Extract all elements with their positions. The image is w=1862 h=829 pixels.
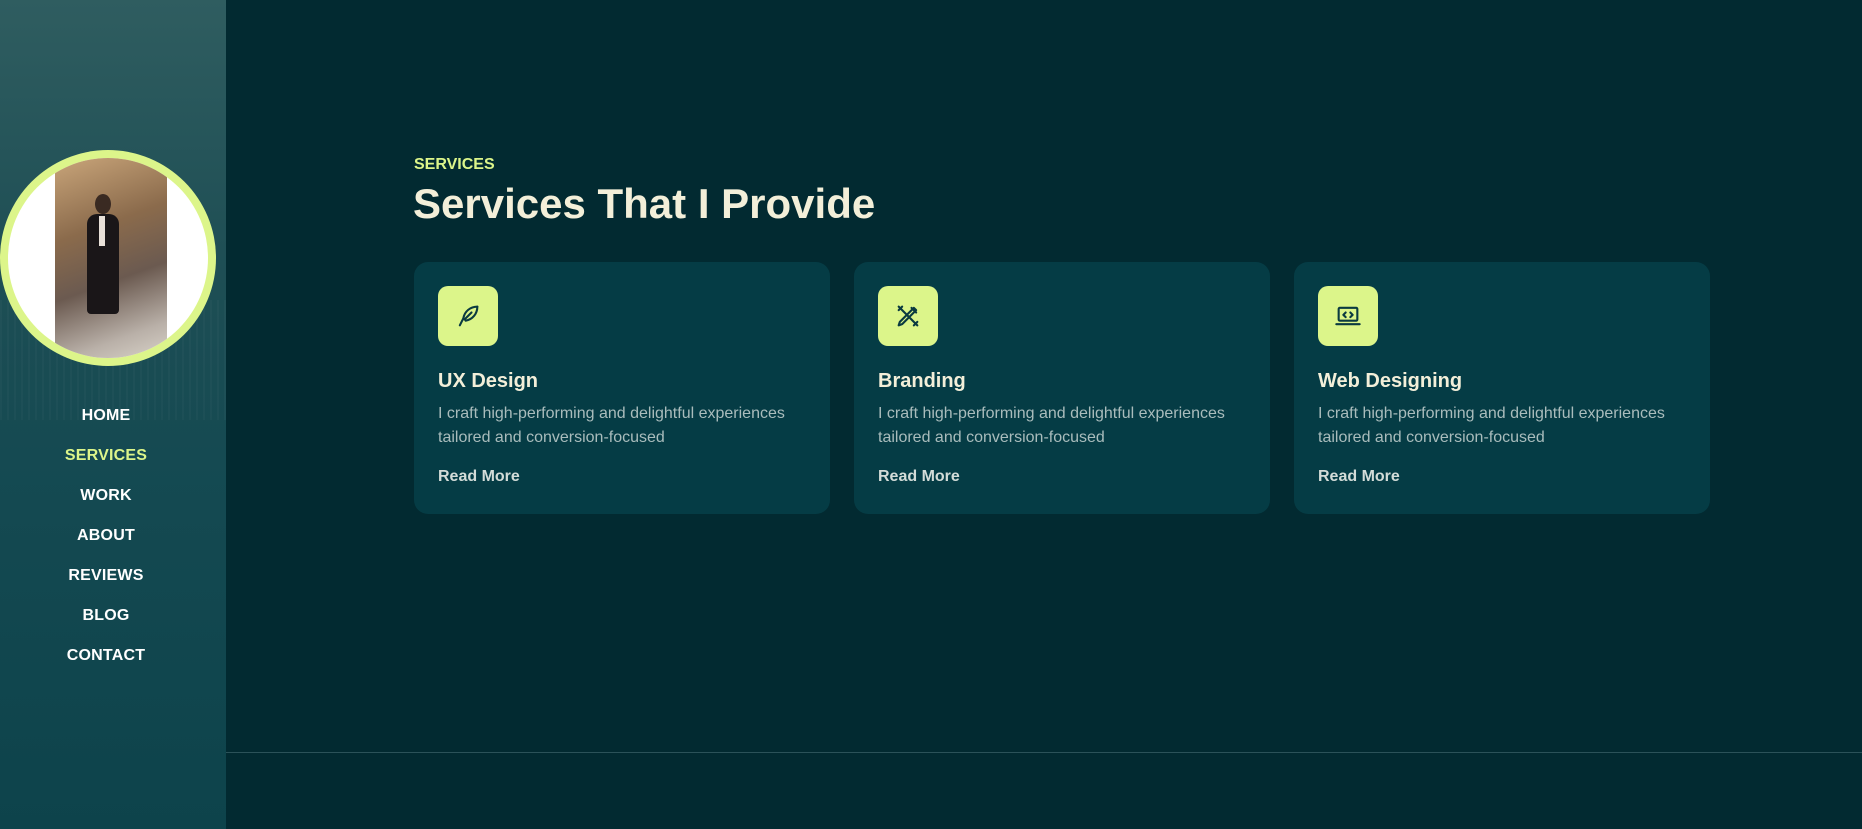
service-card-ux-design: UX Design I craft high-performing and de… xyxy=(414,262,830,514)
service-title: Web Designing xyxy=(1318,370,1463,392)
laptop-code-icon xyxy=(1318,286,1378,346)
service-title: Branding xyxy=(878,370,966,392)
person-figure xyxy=(85,194,121,314)
page-title: Services That I Provide xyxy=(413,180,876,227)
service-description: I craft high-performing and delightful e… xyxy=(438,405,785,446)
footer-divider xyxy=(226,752,1862,753)
main-content: SERVICES Services That I Provide UX Desi… xyxy=(226,0,1862,829)
service-description: I craft high-performing and delightful e… xyxy=(878,405,1225,446)
service-description: I craft high-performing and delightful e… xyxy=(1318,405,1665,446)
sidebar: HOME SERVICES WORK ABOUT REVIEWS BLOG CO… xyxy=(0,0,226,829)
section-eyebrow: SERVICES xyxy=(414,156,495,173)
nav-item-contact[interactable]: CONTACT xyxy=(0,640,212,680)
feather-icon xyxy=(438,286,498,346)
avatar-photo-frame xyxy=(8,158,208,358)
profile-photo xyxy=(55,158,167,358)
nav-item-services[interactable]: SERVICES xyxy=(0,440,212,480)
service-title: UX Design xyxy=(438,370,539,392)
read-more-link[interactable]: Read More xyxy=(1318,468,1400,486)
pen-ruler-icon xyxy=(878,286,938,346)
service-card-branding: Branding I craft high-performing and del… xyxy=(854,262,1270,514)
service-card-web-designing: Web Designing I craft high-performing an… xyxy=(1294,262,1710,514)
nav-item-reviews[interactable]: REVIEWS xyxy=(0,560,212,600)
read-more-link[interactable]: Read More xyxy=(878,468,960,486)
avatar xyxy=(0,150,216,366)
sidebar-nav: HOME SERVICES WORK ABOUT REVIEWS BLOG CO… xyxy=(0,400,212,680)
nav-item-about[interactable]: ABOUT xyxy=(0,520,212,560)
read-more-link[interactable]: Read More xyxy=(438,468,520,486)
nav-item-work[interactable]: WORK xyxy=(0,480,212,520)
nav-item-blog[interactable]: BLOG xyxy=(0,600,212,640)
nav-item-home[interactable]: HOME xyxy=(0,400,212,440)
